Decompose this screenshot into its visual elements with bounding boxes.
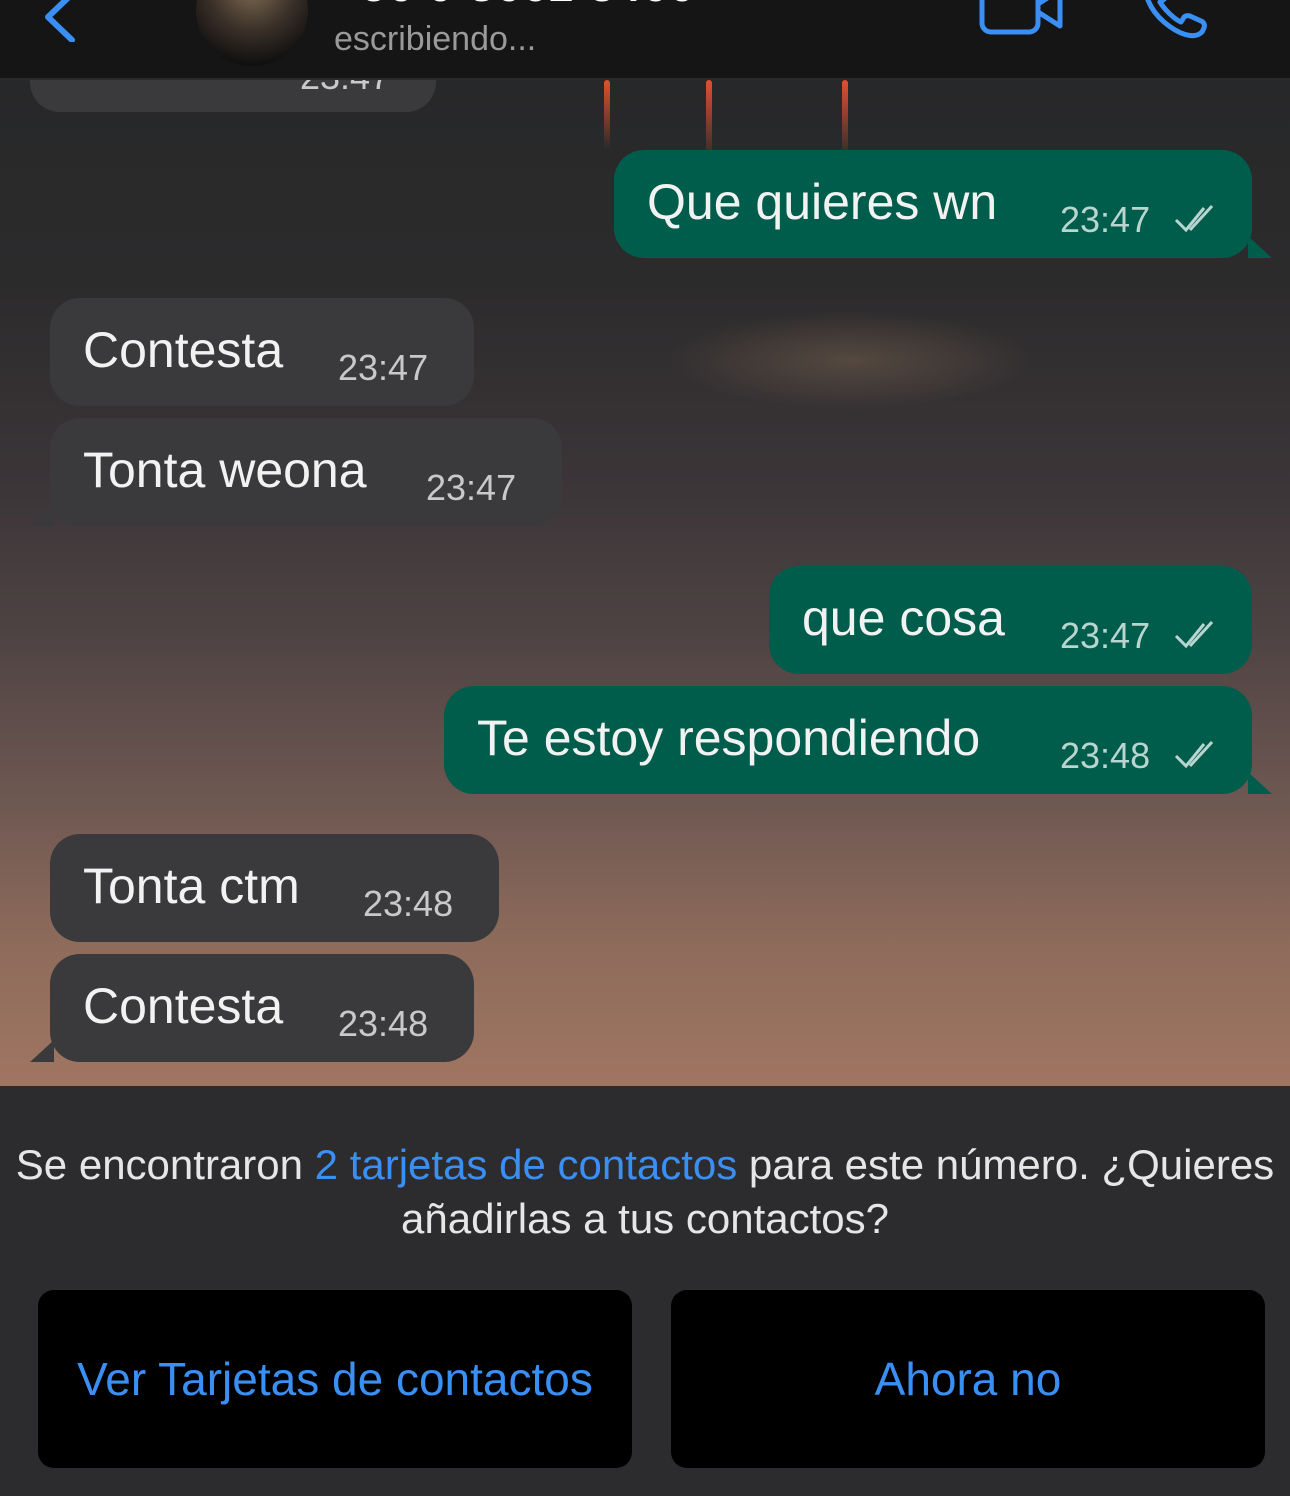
message-text: Contesta — [83, 322, 284, 378]
incoming-message[interactable]: Tonta weona 23:47 — [30, 418, 562, 526]
banner-message: Se encontraron 2 tarjetas de contactos p… — [0, 1138, 1290, 1246]
message-time: 23:48 — [363, 883, 454, 924]
double-check-icon — [1174, 620, 1214, 649]
message-text: que cosa — [802, 590, 1005, 646]
bubble-tail — [30, 504, 54, 526]
double-check-icon — [1174, 740, 1214, 769]
bubble-tail — [1248, 772, 1272, 794]
incoming-message[interactable]: Contesta 23:48 — [30, 954, 474, 1062]
contact-cards-banner: Se encontraron 2 tarjetas de contactos p… — [0, 1086, 1290, 1496]
bubble-tail — [1248, 236, 1272, 258]
message-time: 23:47 — [1060, 199, 1151, 240]
avatar[interactable] — [196, 0, 308, 66]
outgoing-message[interactable]: que cosa 23:47 — [769, 566, 1252, 674]
wallpaper-light-streak — [842, 80, 848, 160]
not-now-button[interactable]: Ahora no — [671, 1290, 1265, 1468]
message-text: Tonta ctm — [83, 858, 300, 914]
contact-cards-link[interactable]: 2 tarjetas de contactos — [315, 1141, 738, 1188]
chat-header: +56 9 8662 3466 escribiendo... — [0, 0, 1290, 80]
back-chevron-icon[interactable] — [38, 0, 82, 42]
incoming-message[interactable]: Tonta ctm 23:48 — [50, 834, 499, 942]
message-text: Que quieres wn — [647, 174, 998, 230]
contact-name[interactable]: +56 9 8662 3466 — [334, 0, 696, 12]
typing-status: escribiendo... — [334, 20, 537, 58]
phone-call-icon[interactable] — [1138, 0, 1208, 40]
outgoing-message[interactable]: Que quieres wn 23:47 — [614, 150, 1272, 258]
message-text: Te estoy respondiendo — [477, 710, 981, 766]
banner-text-before: Se encontraron — [15, 1141, 315, 1188]
outgoing-message[interactable]: Te estoy respondiendo 23:48 — [444, 686, 1272, 794]
bubble-tail — [30, 1040, 54, 1062]
message-text: Tonta weona — [83, 442, 367, 498]
double-check-icon — [1174, 204, 1214, 233]
chat-background: 23:47 Que quieres wn 23:47 Contesta 23:4… — [0, 80, 1290, 1086]
message-text: Contesta — [83, 978, 284, 1034]
video-call-icon[interactable] — [978, 0, 1064, 36]
message-time: 23:47 — [300, 80, 390, 98]
message-time: 23:47 — [426, 467, 517, 508]
view-contact-cards-button[interactable]: Ver Tarjetas de contactos — [38, 1290, 632, 1468]
message-time: 23:48 — [338, 1003, 429, 1044]
wallpaper-light-streak — [604, 80, 610, 150]
message-time: 23:47 — [338, 347, 429, 388]
message-time: 23:48 — [1060, 735, 1151, 776]
incoming-message[interactable]: Contesta 23:47 — [50, 298, 474, 406]
message-time: 23:47 — [1060, 615, 1151, 656]
